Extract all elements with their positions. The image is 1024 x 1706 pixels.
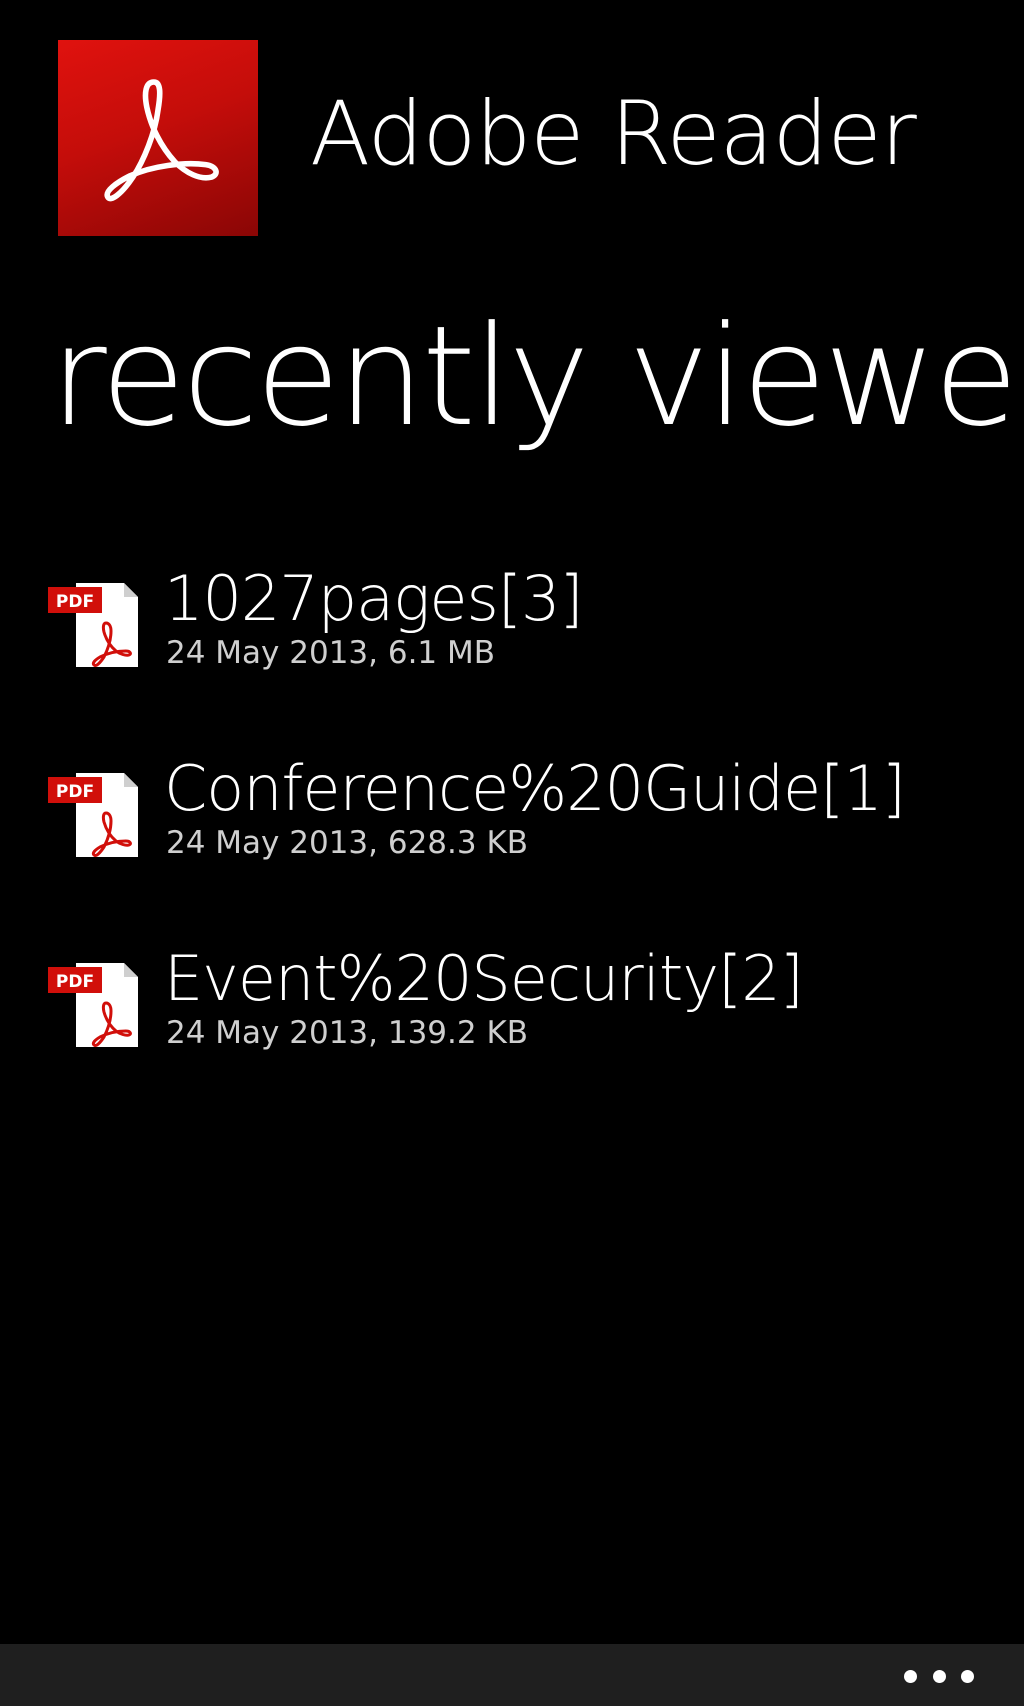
svg-text:PDF: PDF [56, 782, 94, 802]
list-item[interactable]: PDF 1027pages[3] 24 May 2013, 6.1 MB [48, 562, 1008, 755]
document-info: Event%20Security[2] 24 May 2013, 139.2 K… [164, 942, 804, 1053]
recent-documents-list: PDF 1027pages[3] 24 May 2013, 6.1 MB PDF [48, 562, 1008, 1135]
document-name: Event%20Security[2] [164, 942, 804, 1015]
app-screen: Adobe Reader recently viewed PDF 1027pag… [0, 0, 1024, 1706]
app-bar [0, 1644, 1024, 1706]
document-meta: 24 May 2013, 6.1 MB [166, 635, 496, 672]
app-title: Adobe Reader [310, 82, 917, 185]
app-header: Adobe Reader [58, 40, 917, 236]
document-name: Conference%20Guide[1] [164, 752, 906, 825]
document-meta: 24 May 2013, 139.2 KB [166, 1015, 529, 1052]
list-item[interactable]: PDF Event%20Security[2] 24 May 2013, 139… [48, 942, 1008, 1135]
adobe-reader-logo-icon [58, 40, 258, 236]
document-info: Conference%20Guide[1] 24 May 2013, 628.3… [164, 752, 906, 863]
dot [932, 1669, 946, 1683]
svg-text:PDF: PDF [56, 972, 94, 992]
pdf-file-icon: PDF [48, 769, 142, 861]
dot [961, 1669, 974, 1683]
dot [904, 1669, 917, 1683]
pdf-file-icon: PDF [48, 579, 142, 671]
pdf-file-icon: PDF [48, 959, 142, 1051]
document-name: 1027pages[3] [164, 562, 584, 635]
svg-text:PDF: PDF [56, 592, 94, 612]
more-options-icon[interactable] [904, 1656, 974, 1696]
page-title: recently viewed [50, 300, 1024, 455]
list-item[interactable]: PDF Conference%20Guide[1] 24 May 2013, 6… [48, 752, 1008, 945]
document-info: 1027pages[3] 24 May 2013, 6.1 MB [164, 562, 584, 673]
document-meta: 24 May 2013, 628.3 KB [166, 825, 529, 862]
